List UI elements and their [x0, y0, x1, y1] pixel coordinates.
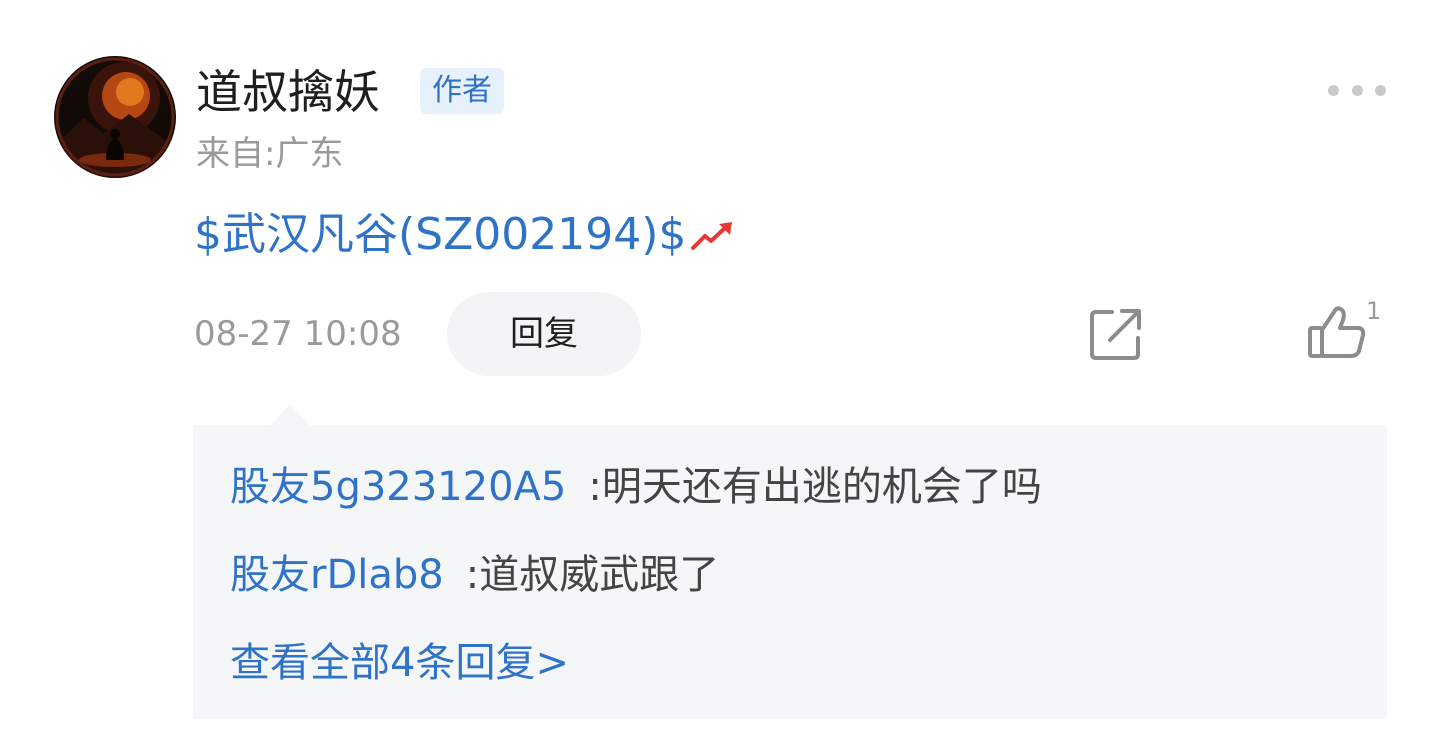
avatar[interactable]: [54, 56, 176, 178]
more-dots-icon[interactable]: [1328, 78, 1386, 102]
more-dot: [1328, 84, 1339, 96]
trend-up-icon: [691, 222, 733, 250]
stock-link-text[interactable]: $武汉凡谷(SZ002194)$: [194, 206, 686, 264]
reply-username[interactable]: 股友5g323120A5: [230, 464, 566, 510]
reply-separator: :: [465, 552, 480, 598]
reply-item: 股友5g323120A5:明天还有出逃的机会了吗: [230, 461, 1042, 513]
reply-thread: 股友5g323120A5:明天还有出逃的机会了吗 股友rDlab8:道叔威武跟了…: [193, 425, 1387, 719]
avatar-image: [54, 56, 176, 178]
thread-pointer: [270, 404, 310, 426]
username[interactable]: 道叔擒妖: [196, 62, 380, 122]
view-all-replies-link[interactable]: 查看全部4条回复>: [230, 637, 569, 689]
post-timestamp: 08-27 10:08: [194, 314, 402, 354]
like-count: 1: [1366, 297, 1382, 325]
location-label: 来自:广东: [196, 134, 344, 174]
more-dot: [1351, 84, 1363, 96]
thumbs-up-icon[interactable]: [1306, 302, 1370, 362]
stock-link[interactable]: $武汉凡谷(SZ002194)$: [194, 206, 736, 264]
author-badge: 作者: [420, 68, 504, 114]
reply-separator: :: [588, 464, 602, 510]
reply-item: 股友rDlab8:道叔威武跟了: [230, 549, 719, 601]
reply-text: 道叔威武跟了: [479, 552, 720, 598]
reply-button[interactable]: 回复: [447, 292, 641, 376]
more-dot: [1375, 84, 1386, 96]
share-icon[interactable]: [1088, 306, 1144, 362]
reply-text: 明天还有出逃的机会了吗: [601, 464, 1042, 510]
reply-username[interactable]: 股友rDlab8: [230, 552, 444, 598]
comment-card: 道叔擒妖 作者 来自:广东 $武汉凡谷(SZ002194)$ 08-27 10:…: [0, 0, 1440, 753]
